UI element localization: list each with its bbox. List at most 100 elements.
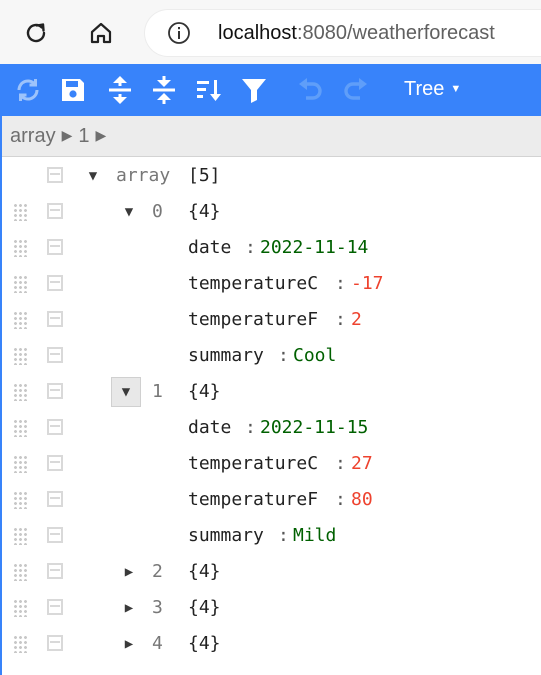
sort-icon: [197, 80, 221, 101]
format-button[interactable]: [12, 74, 44, 106]
breadcrumb-separator-icon[interactable]: ▶: [95, 127, 106, 143]
collapse-all-button[interactable]: [148, 74, 180, 106]
drag-handle-icon[interactable]: [13, 347, 27, 365]
expand-toggle-icon[interactable]: ▶: [114, 557, 144, 587]
tree-row-field: temperatureC : 27: [2, 446, 541, 482]
context-menu-icon[interactable]: [47, 167, 63, 183]
breadcrumb-separator-icon: ▶: [61, 127, 73, 143]
tree-row-item: ▶ 2 {4}: [2, 554, 541, 590]
field-key[interactable]: temperatureF: [188, 309, 318, 330]
root-item-count: [5]: [188, 165, 221, 186]
redo-icon: [344, 78, 367, 100]
field-value[interactable]: 2022-11-14: [260, 237, 368, 258]
url-path: :8080/weatherforecast: [296, 22, 495, 44]
editor-menu-bar: Tree ▼: [2, 64, 541, 116]
collapse-toggle-icon[interactable]: ▼: [78, 161, 108, 191]
key-value-separator: :: [245, 237, 256, 258]
field-value[interactable]: 27: [351, 453, 373, 474]
item-count: {4}: [188, 597, 221, 618]
root-field-name[interactable]: array: [116, 165, 170, 186]
context-menu-icon[interactable]: [47, 455, 63, 471]
refresh-icon: [17, 79, 39, 101]
field-value[interactable]: 2: [351, 309, 362, 330]
site-info-icon[interactable]: [167, 21, 191, 50]
item-index: 1: [152, 381, 163, 402]
drag-handle-icon[interactable]: [13, 239, 27, 257]
context-menu-icon[interactable]: [47, 311, 63, 327]
filter-button[interactable]: [238, 74, 270, 106]
field-value[interactable]: 80: [351, 489, 373, 510]
collapse-toggle-icon[interactable]: ▼: [114, 197, 144, 227]
home-button[interactable]: [84, 16, 118, 50]
tree-row-item: ▼ 1 {4}: [2, 374, 541, 410]
field-key[interactable]: temperatureC: [188, 453, 318, 474]
context-menu-icon[interactable]: [47, 491, 63, 507]
tree-row-field: summary : Mild: [2, 518, 541, 554]
filter-icon: [242, 79, 266, 103]
tree-row-field: temperatureF : 2: [2, 302, 541, 338]
field-key[interactable]: date: [188, 417, 231, 438]
drag-handle-icon[interactable]: [13, 455, 27, 473]
json-editor: Tree ▼ array ▶ 1 ▶ ▼ array [5] ▼ 0 {4} date …: [0, 64, 541, 675]
expand-toggle-icon[interactable]: ▶: [114, 593, 144, 623]
breadcrumb-item-array[interactable]: array: [10, 125, 56, 147]
field-key[interactable]: temperatureF: [188, 489, 318, 510]
mode-label: Tree: [404, 78, 445, 100]
tree-row-field: temperatureF : 80: [2, 482, 541, 518]
key-value-separator: :: [278, 525, 289, 546]
tree-row-item: ▶ 3 {4}: [2, 590, 541, 626]
context-menu-icon[interactable]: [47, 347, 63, 363]
item-count: {4}: [188, 561, 221, 582]
field-value[interactable]: 2022-11-15: [260, 417, 368, 438]
drag-handle-icon[interactable]: [13, 599, 27, 617]
drag-handle-icon[interactable]: [13, 491, 27, 509]
address-bar[interactable]: localhost:8080/weatherforecast: [145, 10, 541, 56]
item-index: 2: [152, 561, 163, 582]
drag-handle-icon[interactable]: [13, 203, 27, 221]
reload-button[interactable]: [19, 16, 53, 50]
mode-dropdown[interactable]: Tree ▼: [404, 78, 461, 101]
expand-toggle-icon[interactable]: ▶: [114, 629, 144, 659]
drag-handle-icon[interactable]: [13, 563, 27, 581]
context-menu-icon[interactable]: [47, 527, 63, 543]
drag-handle-icon[interactable]: [13, 311, 27, 329]
tree-row-root: ▼ array [5]: [2, 158, 541, 194]
breadcrumb-item-1[interactable]: 1: [78, 125, 89, 147]
drag-handle-icon[interactable]: [13, 527, 27, 545]
item-index: 3: [152, 597, 163, 618]
field-key[interactable]: date: [188, 237, 231, 258]
tree-row-item: ▶ 4 {4}: [2, 626, 541, 662]
undo-button[interactable]: [294, 74, 326, 106]
field-value[interactable]: -17: [351, 273, 384, 294]
context-menu-icon[interactable]: [47, 635, 63, 651]
context-menu-icon[interactable]: [47, 419, 63, 435]
field-key[interactable]: summary: [188, 525, 264, 546]
field-value[interactable]: Mild: [293, 525, 336, 546]
collapse-toggle-icon[interactable]: ▼: [111, 377, 141, 407]
redo-button[interactable]: [340, 74, 372, 106]
context-menu-icon[interactable]: [47, 203, 63, 219]
context-menu-icon[interactable]: [47, 239, 63, 255]
field-value[interactable]: Cool: [293, 345, 336, 366]
sort-button[interactable]: [193, 74, 225, 106]
reload-icon: [26, 23, 46, 43]
key-value-separator: :: [335, 273, 346, 294]
item-count: {4}: [188, 381, 221, 402]
drag-handle-icon[interactable]: [13, 275, 27, 293]
expand-all-button[interactable]: [104, 74, 136, 106]
field-key[interactable]: summary: [188, 345, 264, 366]
save-button[interactable]: [57, 74, 89, 106]
field-key[interactable]: temperatureC: [188, 273, 318, 294]
collapse-all-icon: [153, 76, 175, 104]
drag-handle-icon[interactable]: [13, 635, 27, 653]
drag-handle-icon[interactable]: [13, 383, 27, 401]
tree-row-field: date : 2022-11-15: [2, 410, 541, 446]
context-menu-icon[interactable]: [47, 563, 63, 579]
context-menu-icon[interactable]: [47, 599, 63, 615]
address-url: localhost:8080/weatherforecast: [218, 22, 495, 45]
context-menu-icon[interactable]: [47, 275, 63, 291]
context-menu-icon[interactable]: [47, 383, 63, 399]
url-host: localhost: [218, 22, 297, 44]
tree-row-field: temperatureC : -17: [2, 266, 541, 302]
drag-handle-icon[interactable]: [13, 419, 27, 437]
